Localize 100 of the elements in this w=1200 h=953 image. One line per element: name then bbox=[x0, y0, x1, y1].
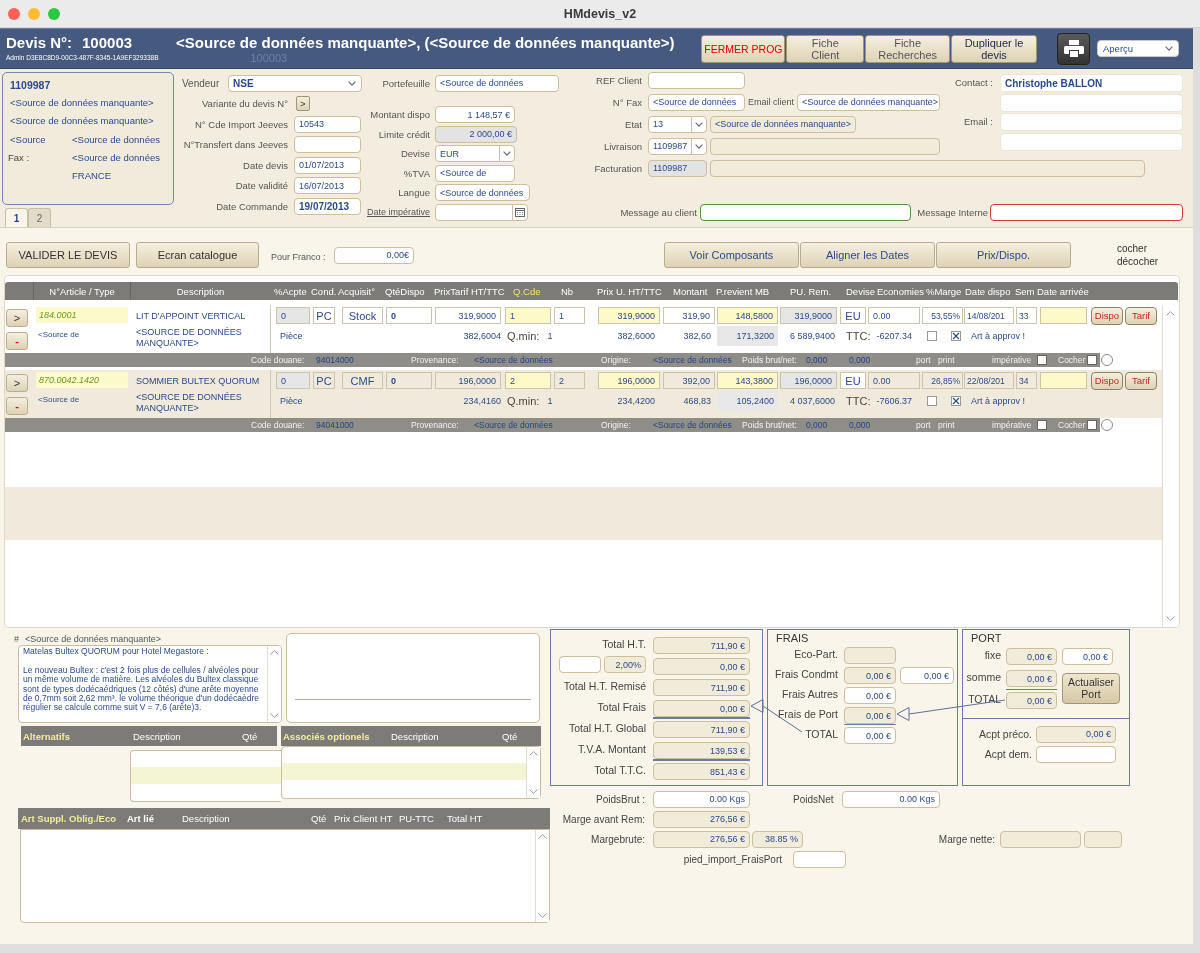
amount-field[interactable]: 0,00 € bbox=[653, 700, 750, 717]
input-field[interactable] bbox=[648, 71, 745, 89]
input-field[interactable]: <Source de bbox=[435, 164, 515, 182]
toolbar-button[interactable]: Prix/Dispo. bbox=[936, 242, 1071, 268]
list-price-field[interactable]: 196,0000 bbox=[435, 372, 501, 389]
chevron-up-icon[interactable] bbox=[1166, 311, 1175, 316]
input-field[interactable]: 10543 bbox=[294, 115, 361, 133]
count-field[interactable]: 2 bbox=[554, 372, 585, 389]
input-field[interactable] bbox=[793, 850, 846, 868]
deposit-field[interactable]: 0 bbox=[276, 372, 310, 389]
memo-field[interactable] bbox=[286, 633, 540, 723]
select-checkbox[interactable] bbox=[1087, 355, 1097, 365]
output-select[interactable]: Aperçu bbox=[1097, 40, 1179, 57]
input-field[interactable]: <Source de données bbox=[435, 184, 530, 202]
unit-price-field[interactable]: 196,0000 bbox=[598, 372, 660, 389]
close-icon[interactable] bbox=[8, 7, 20, 20]
acquisition-field[interactable]: Stock bbox=[342, 307, 383, 324]
toolbar-button[interactable]: VALIDER LE DEVIS bbox=[6, 242, 130, 268]
cost-price-field[interactable]: 143,3800 bbox=[717, 372, 778, 389]
savings-field[interactable]: 0.00 bbox=[868, 372, 920, 389]
toolbar-button[interactable]: Voir Composants bbox=[664, 242, 799, 268]
currency-field[interactable]: EU bbox=[840, 307, 866, 324]
tab[interactable]: 2 bbox=[28, 208, 51, 227]
amount-field[interactable] bbox=[559, 656, 601, 673]
availability-button[interactable]: Dispo bbox=[1091, 371, 1123, 390]
amount-field[interactable]: 0,00 € bbox=[1036, 725, 1116, 743]
margin-field[interactable]: 26,85% bbox=[922, 372, 963, 389]
availability-button[interactable]: Dispo bbox=[1091, 306, 1123, 325]
table-row[interactable] bbox=[5, 370, 1162, 418]
week-field[interactable]: 33 bbox=[1016, 307, 1037, 324]
calendar-icon[interactable] bbox=[515, 207, 525, 217]
input-field[interactable] bbox=[1000, 93, 1183, 112]
print-button[interactable] bbox=[1057, 32, 1090, 65]
next-button[interactable]: > bbox=[296, 96, 310, 112]
input-field[interactable] bbox=[710, 137, 940, 155]
header-button[interactable]: Fiche Client bbox=[786, 34, 865, 63]
dropdown-field[interactable]: 13 bbox=[648, 115, 707, 133]
unit-field[interactable]: PC bbox=[313, 372, 335, 389]
date-field[interactable] bbox=[435, 203, 528, 221]
amount-field[interactable]: 2,00% bbox=[604, 656, 646, 673]
chevron-up-icon[interactable] bbox=[538, 834, 547, 839]
price-button[interactable]: Tarif bbox=[1125, 306, 1157, 325]
count-field[interactable]: 1 bbox=[554, 307, 585, 324]
dropdown-field[interactable]: EUR bbox=[435, 145, 515, 163]
select-checkbox[interactable] bbox=[1087, 420, 1097, 430]
date-link[interactable]: Date impérative bbox=[366, 207, 430, 218]
weight-field[interactable]: 0.00 Kgs bbox=[842, 790, 940, 808]
contact-field[interactable]: Christophe BALLON bbox=[1000, 74, 1183, 92]
scrollbar[interactable] bbox=[535, 830, 549, 922]
message-field[interactable] bbox=[990, 204, 1183, 221]
amount-field[interactable]: 319,90 bbox=[663, 307, 715, 324]
email-field[interactable] bbox=[1000, 113, 1183, 131]
chevron-down-icon[interactable] bbox=[1166, 616, 1175, 621]
header-button[interactable]: Fiche Recherches bbox=[865, 34, 950, 63]
list-price-field[interactable]: 319,9000 bbox=[435, 307, 501, 324]
amount-field[interactable]: 0,00 € bbox=[900, 667, 954, 684]
input-field[interactable]: <Source de données manquante> bbox=[797, 93, 940, 111]
maximize-icon[interactable] bbox=[48, 7, 60, 20]
deposit-field[interactable]: 0 bbox=[276, 307, 310, 324]
unit-field[interactable]: PC bbox=[313, 307, 335, 324]
cost-price-field[interactable]: 171,3200 bbox=[717, 326, 778, 346]
input-field[interactable]: 16/07/2013 bbox=[294, 177, 361, 195]
acquisition-field[interactable]: CMF bbox=[342, 372, 383, 389]
amount-field[interactable]: 711,90 € bbox=[653, 721, 750, 738]
tab[interactable]: 1 bbox=[5, 208, 28, 227]
imperative-checkbox[interactable] bbox=[1037, 355, 1047, 365]
port-checkbox[interactable] bbox=[927, 396, 937, 406]
amount-field[interactable]: 0,00 € bbox=[1062, 648, 1113, 665]
savings-field[interactable]: 0.00 bbox=[868, 307, 920, 324]
scrollbar[interactable] bbox=[1162, 305, 1178, 627]
amount-field[interactable] bbox=[844, 647, 896, 664]
cost-price-field[interactable]: 105,2400 bbox=[717, 391, 778, 411]
check-all-link[interactable]: cocher bbox=[1117, 242, 1147, 255]
amount-field[interactable]: 0,00 € bbox=[844, 707, 896, 724]
chevron-down-icon[interactable] bbox=[538, 913, 547, 918]
toolbar-button[interactable]: Aligner les Dates bbox=[800, 242, 935, 268]
amount-field[interactable]: 0,00 € bbox=[844, 727, 896, 744]
input-field[interactable]: 19/07/2013 bbox=[294, 197, 361, 215]
franco-field[interactable]: 0,00€ bbox=[334, 246, 414, 264]
input-field[interactable] bbox=[1000, 132, 1183, 151]
print-checkbox[interactable] bbox=[951, 396, 961, 406]
amount-field[interactable] bbox=[1036, 745, 1116, 763]
scrollbar[interactable] bbox=[526, 747, 540, 798]
print-checkbox[interactable] bbox=[951, 331, 961, 341]
available-date-field[interactable]: 22/08/201 bbox=[964, 372, 1014, 389]
message-field[interactable] bbox=[700, 204, 911, 221]
input-field[interactable] bbox=[294, 136, 361, 154]
port-checkbox[interactable] bbox=[927, 331, 937, 341]
cost-price-field[interactable]: 148,5800 bbox=[717, 307, 778, 324]
amount-field[interactable]: 392,00 bbox=[663, 372, 715, 389]
amount-field[interactable]: 1 148,57 € bbox=[435, 106, 515, 124]
amount-field[interactable]: 0,00 € bbox=[1006, 692, 1057, 709]
scrollbar[interactable] bbox=[267, 646, 281, 722]
chevron-up-icon[interactable] bbox=[270, 650, 279, 655]
amount-field[interactable]: 139,53 € bbox=[653, 742, 750, 759]
stock-qty-field[interactable]: 0 bbox=[386, 372, 432, 389]
amount-field[interactable]: 711,90 € bbox=[653, 637, 750, 654]
arrival-date-field[interactable] bbox=[1040, 372, 1087, 389]
amount-field[interactable]: 851,43 € bbox=[653, 763, 750, 780]
notes-field[interactable]: Matelas Bultex QUORUM pour Hotel Megastore : Le nouveau Bultex : c'est 2 fois plus de cellules / alvéoles pour un même volume de matière. Les alvéoles du Bultex classique sont de types dodécaédriques (12 côtés) d'une arête moyenne de 0,7mm soit 2,62 mm³. le volume théorique d'un dodécaèdre régulier se calcule comme suit V = 7,6 (arête)3. bbox=[18, 645, 282, 723]
